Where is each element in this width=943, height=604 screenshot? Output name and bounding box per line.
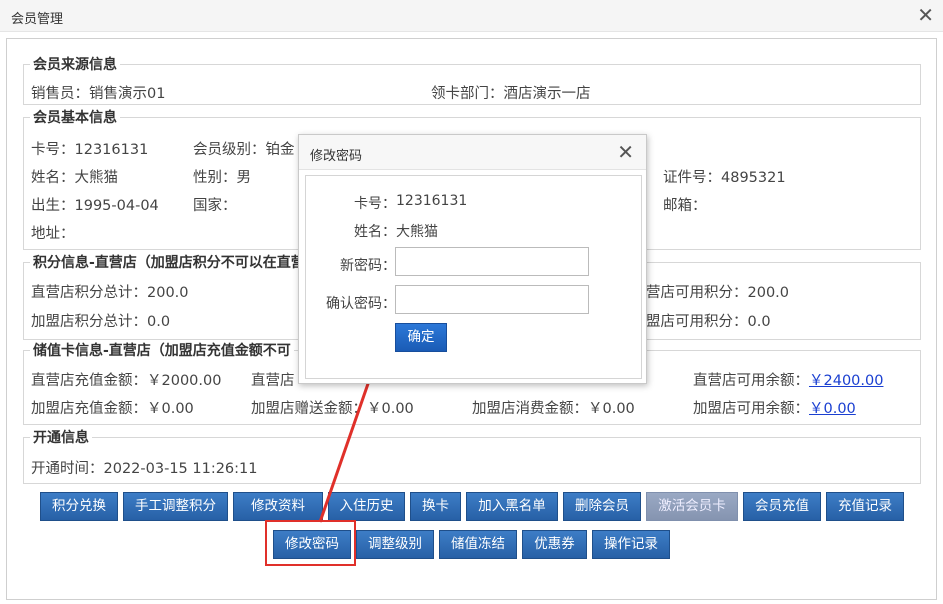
close-icon[interactable]: ✕ xyxy=(917,5,934,25)
direct-gift-amount: 直营店 xyxy=(251,373,295,389)
change-card-button[interactable]: 换卡 xyxy=(410,492,461,521)
highlight-box xyxy=(265,520,356,566)
recharge-records-button[interactable]: 充值记录 xyxy=(826,492,904,521)
dialog-titlebar: 修改密码 ✕ xyxy=(299,135,646,170)
new-password-label: 新密码： xyxy=(340,258,396,274)
edit-profile-button[interactable]: 修改资料 xyxy=(233,492,323,521)
adjust-level-button[interactable]: 调整级别 xyxy=(356,530,434,559)
add-blacklist-button[interactable]: 加入黑名单 xyxy=(466,492,558,521)
activate-card-button[interactable]: 激活会员卡 xyxy=(646,492,738,521)
franchise-spent-amount: 加盟店消费金额：￥0.00 xyxy=(472,401,635,417)
id-number-text: 证件号：4895321 xyxy=(663,170,786,186)
name-label: 姓名： xyxy=(354,224,396,240)
direct-available-label: 直营店可用余额： xyxy=(693,373,809,389)
member-recharge-button[interactable]: 会员充值 xyxy=(743,492,821,521)
gender-text: 性别：男 xyxy=(193,170,251,186)
country-text: 国家： xyxy=(193,198,237,214)
member-level-text: 会员级别：铂金 xyxy=(193,142,295,158)
card-label: 卡号： xyxy=(354,196,396,212)
source-info-legend: 会员来源信息 xyxy=(33,57,117,73)
salesperson-text: 销售员：销售演示01 xyxy=(31,86,166,102)
member-management-window: 会员管理 ✕ 会员来源信息 销售员：销售演示01 领卡部门：酒店演示一店 会员基… xyxy=(0,0,943,604)
change-password-dialog: 修改密码 ✕ 卡号： 12316131 姓名： 大熊猫 新密码： 确认密码： 确… xyxy=(298,134,647,384)
dialog-title: 修改密码 xyxy=(310,149,363,164)
confirm-button[interactable]: 确定 xyxy=(395,323,447,352)
coupons-button[interactable]: 优惠券 xyxy=(522,530,587,559)
direct-available-balance: 直营店可用余额：￥2400.00 xyxy=(693,369,883,390)
activation-time: 开通时间：2022-03-15 11:26:11 xyxy=(31,461,258,477)
points-info-legend: 积分信息-直营店（加盟店积分不可以在直营 xyxy=(33,255,305,271)
franchise-points-total: 加盟店积分总计：0.0 xyxy=(31,314,171,330)
delete-member-button[interactable]: 删除会员 xyxy=(563,492,641,521)
direct-recharge-amount: 直营店充值金额：￥2000.00 xyxy=(31,373,222,389)
window-titlebar: 会员管理 ✕ xyxy=(0,0,943,32)
franchise-available-balance: 加盟店可用余额：￥0.00 xyxy=(693,397,856,418)
card-value: 12316131 xyxy=(396,193,468,209)
confirm-password-input[interactable] xyxy=(395,285,589,314)
new-password-input[interactable] xyxy=(395,247,589,276)
direct-points-total: 直营店积分总计：200.0 xyxy=(31,285,189,301)
direct-available-link[interactable]: ￥2400.00 xyxy=(809,373,883,389)
freeze-balance-button[interactable]: 储值冻结 xyxy=(439,530,517,559)
manual-adjust-points-button[interactable]: 手工调整积分 xyxy=(123,492,228,521)
stay-history-button[interactable]: 入住历史 xyxy=(328,492,405,521)
franchise-recharge-amount: 加盟店充值金额：￥0.00 xyxy=(31,401,194,417)
dialog-close-icon[interactable]: ✕ xyxy=(617,140,634,164)
basic-info-legend: 会员基本信息 xyxy=(33,110,117,126)
card-dept-text: 领卡部门：酒店演示一店 xyxy=(431,86,591,102)
franchise-points-available: 盟店可用积分：0.0 xyxy=(646,314,771,330)
name-text: 姓名：大熊猫 xyxy=(31,170,118,186)
direct-points-available: 营店可用积分：200.0 xyxy=(646,285,790,301)
confirm-password-label: 确认密码： xyxy=(326,296,396,312)
name-value: 大熊猫 xyxy=(396,224,438,240)
operation-log-button[interactable]: 操作记录 xyxy=(592,530,670,559)
franchise-available-link[interactable]: ￥0.00 xyxy=(809,401,856,417)
stored-value-legend: 储值卡信息-直营店（加盟店充值金额不可 xyxy=(33,343,291,359)
address-text: 地址： xyxy=(31,226,75,242)
dialog-body: 卡号： 12316131 姓名： 大熊猫 新密码： 确认密码： 确定 xyxy=(305,175,642,379)
birth-text: 出生：1995-04-04 xyxy=(31,198,159,214)
card-number-text: 卡号：12316131 xyxy=(31,142,149,158)
window-title: 会员管理 xyxy=(11,12,64,27)
franchise-gift-amount: 加盟店赠送金额：￥0.00 xyxy=(251,401,414,417)
activation-legend: 开通信息 xyxy=(33,430,89,446)
franchise-available-label: 加盟店可用余额： xyxy=(693,401,809,417)
points-exchange-button[interactable]: 积分兑换 xyxy=(40,492,118,521)
email-text: 邮箱： xyxy=(663,198,707,214)
